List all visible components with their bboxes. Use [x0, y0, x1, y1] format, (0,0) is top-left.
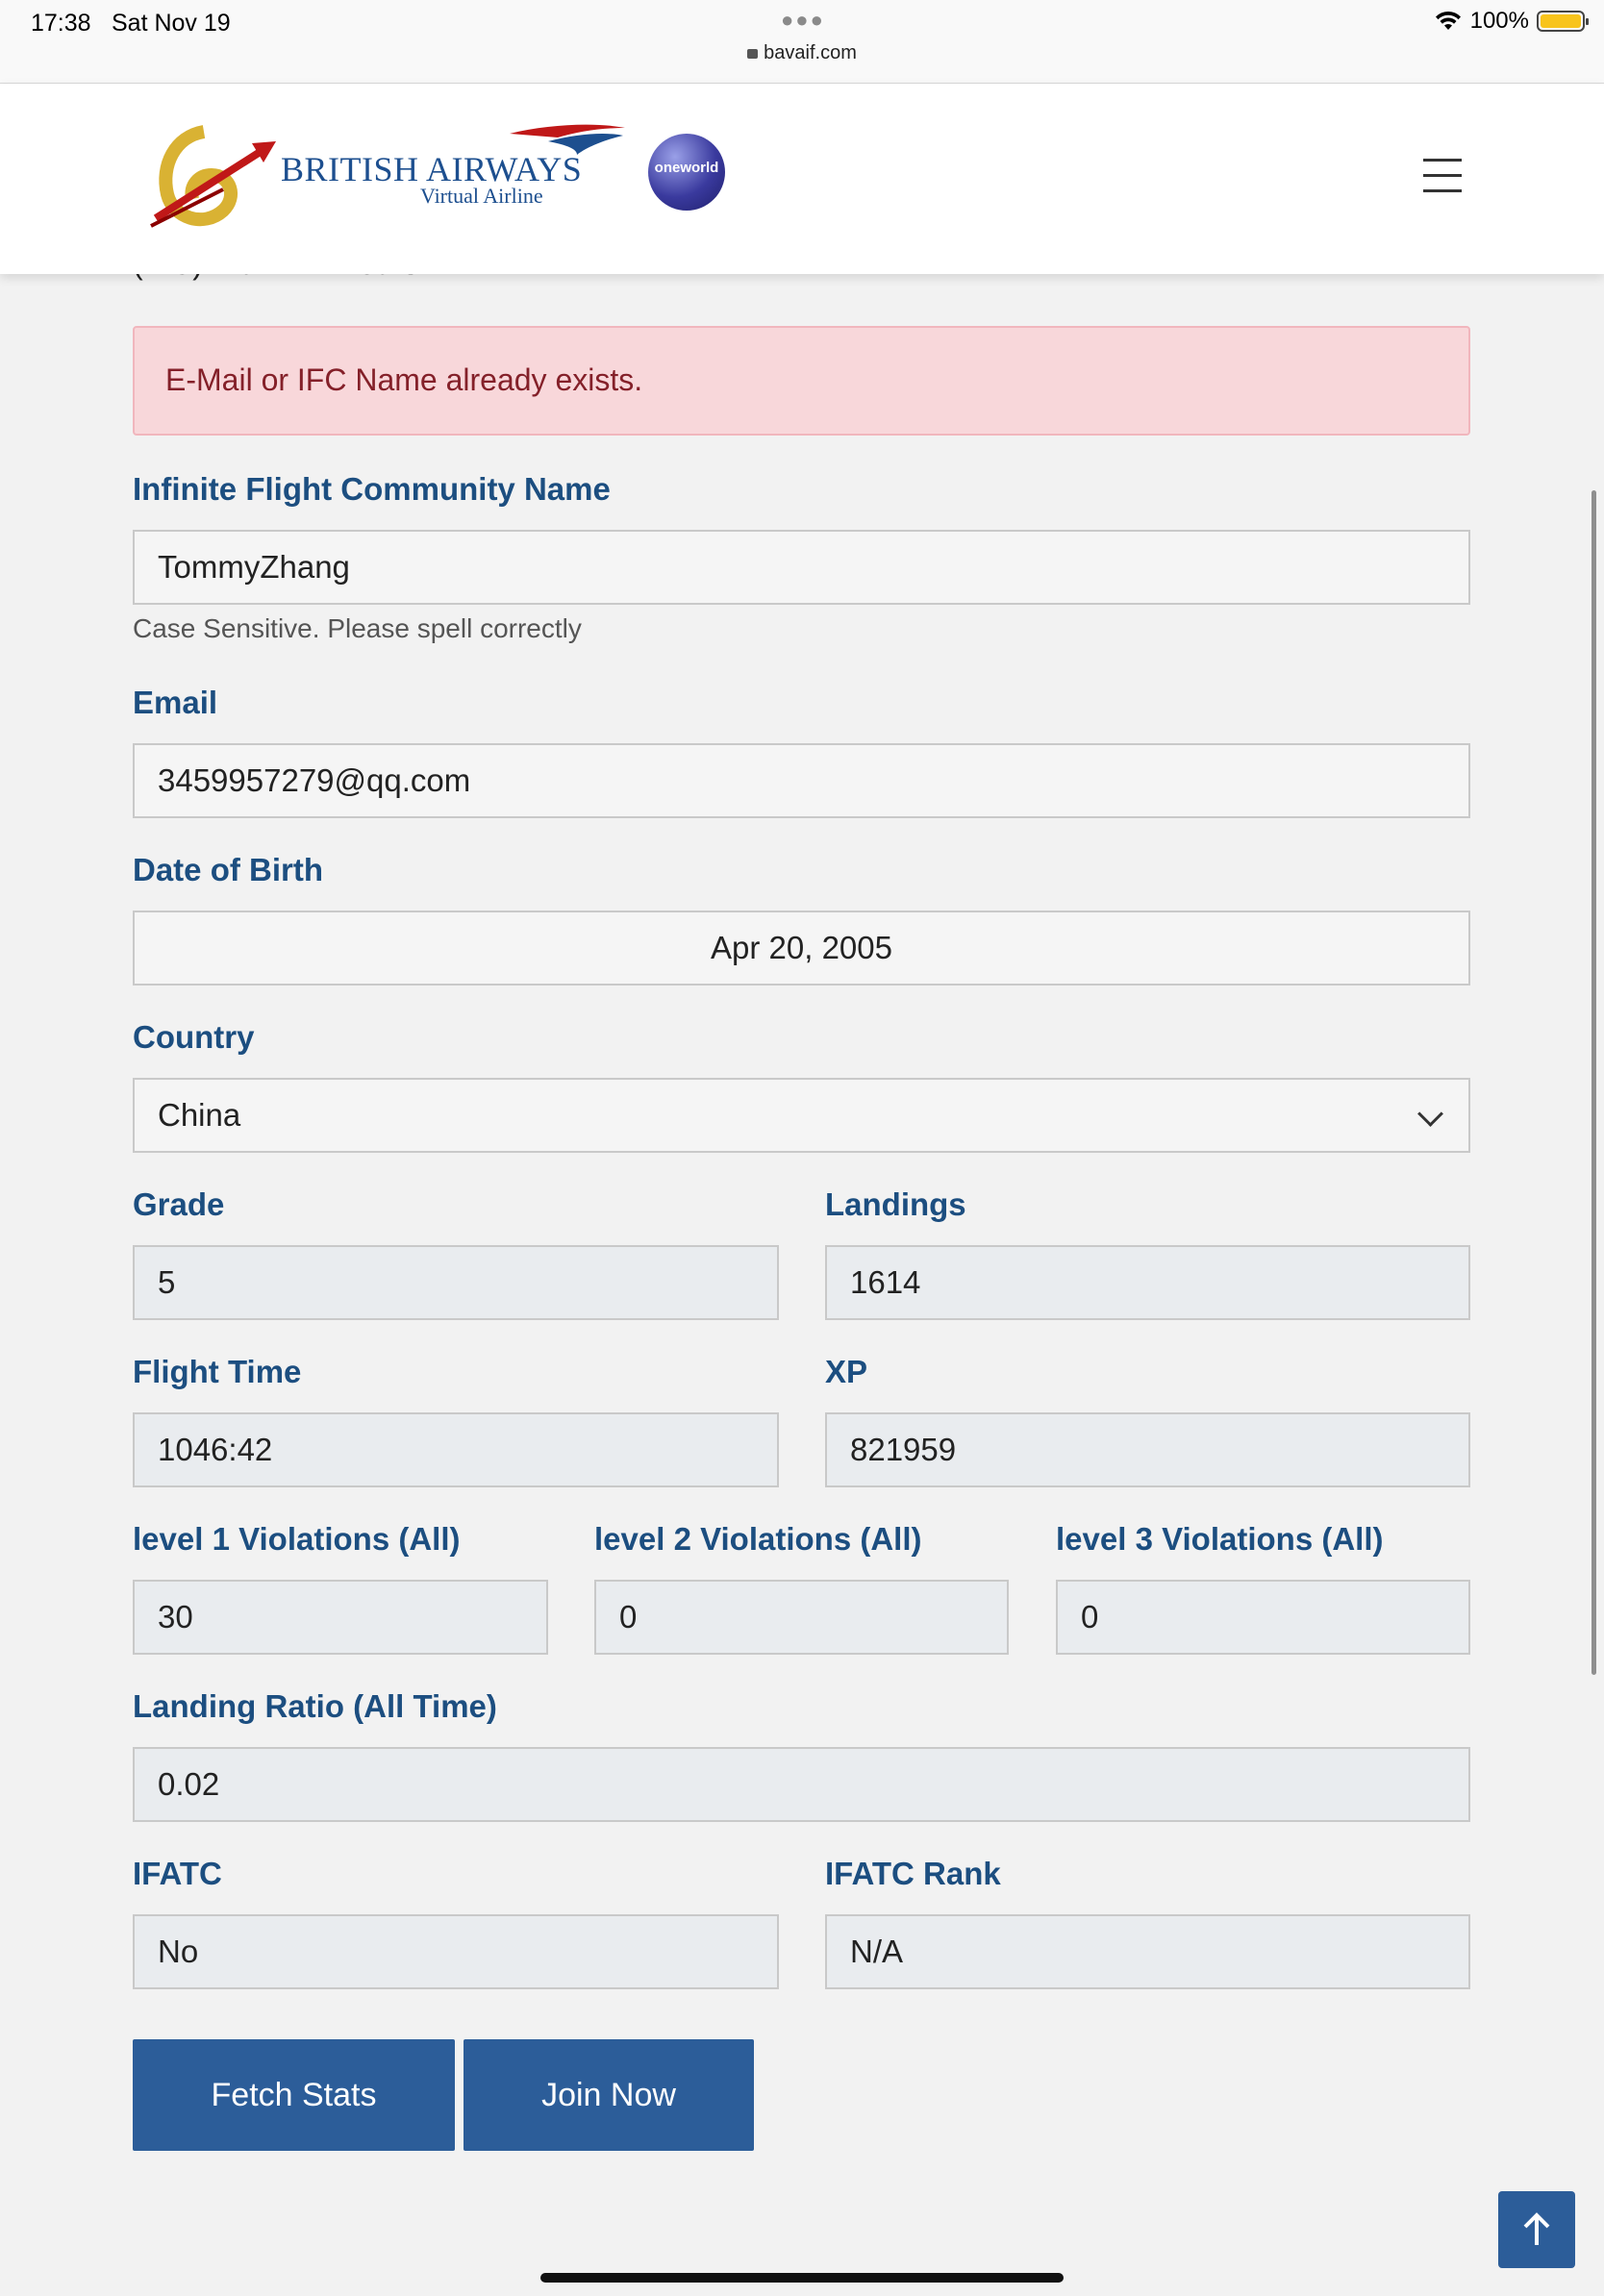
grade-field: 5 [133, 1245, 779, 1320]
landings-field: 1614 [825, 1245, 1470, 1320]
country-label: Country [133, 1019, 255, 1055]
join-now-button[interactable]: Join Now [464, 2039, 754, 2151]
ifc-name-input[interactable]: TommyZhang [133, 530, 1470, 605]
lock-icon [747, 49, 759, 59]
landing-ratio-label: Landing Ratio (All Time) [133, 1688, 497, 1724]
country-value: China [158, 1097, 241, 1133]
status-date: Sat Nov 19 [112, 10, 231, 37]
site-header: BRITISH AIRWAYS Virtual Airline oneworld [0, 84, 1604, 274]
flight-time-label: Flight Time [133, 1354, 302, 1389]
battery-percent: 100% [1469, 8, 1529, 34]
landings-label: Landings [825, 1186, 966, 1222]
back-to-top-button[interactable] [1498, 2191, 1575, 2268]
address-bar[interactable]: bavaif.com [0, 42, 1604, 64]
violations-2-label: level 2 Violations (All) [594, 1521, 922, 1557]
country-select[interactable]: China [133, 1078, 1470, 1153]
xp-field: 821959 [825, 1412, 1470, 1487]
logo-emblem-icon[interactable] [146, 122, 281, 237]
brand-subtitle: Virtual Airline [420, 184, 543, 208]
ifatc-label: IFATC [133, 1856, 222, 1891]
oneworld-badge: oneworld [648, 134, 725, 211]
alliance-name: oneworld [654, 160, 719, 176]
violations-3-field: 0 [1056, 1580, 1470, 1655]
violations-2-field: 0 [594, 1580, 1009, 1655]
status-time: 17:38 [31, 10, 91, 37]
violations-1-label: level 1 Violations (All) [133, 1521, 461, 1557]
ifc-name-label: Infinite Flight Community Name [133, 471, 611, 507]
xp-label: XP [825, 1354, 868, 1389]
landing-ratio-field: 0.02 [133, 1747, 1470, 1822]
dob-input[interactable]: Apr 20, 2005 [133, 911, 1470, 986]
hamburger-menu-icon[interactable] [1423, 159, 1464, 193]
tab-options-icon[interactable]: ●●● [781, 8, 825, 33]
email-label: Email [133, 685, 218, 720]
home-indicator[interactable] [540, 2273, 1064, 2283]
wifi-icon [1435, 11, 1461, 30]
dob-label: Date of Birth [133, 852, 323, 887]
ifc-name-help: Case Sensitive. Please spell correctly [133, 613, 582, 643]
battery-icon [1537, 11, 1589, 32]
email-input[interactable]: 3459957279@qq.com [133, 743, 1470, 818]
status-bar: 17:38 Sat Nov 19 ●●● bavaif.com 100% [0, 0, 1604, 84]
scrollbar[interactable] [1591, 490, 1596, 1675]
chevron-down-icon [1417, 1101, 1443, 1127]
fetch-stats-button[interactable]: Fetch Stats [133, 2039, 455, 2151]
ifatc-rank-label: IFATC Rank [825, 1856, 1001, 1891]
url-text: bavaif.com [764, 42, 857, 63]
flight-time-field: 1046:42 [133, 1412, 779, 1487]
grade-label: Grade [133, 1186, 225, 1222]
status-indicators: 100% [1434, 8, 1589, 35]
violations-3-label: level 3 Violations (All) [1056, 1521, 1384, 1557]
ifatc-field: No [133, 1914, 779, 1989]
ifatc-rank-field: N/A [825, 1914, 1470, 1989]
speedmarque-icon [510, 124, 625, 155]
arrow-up-icon [1523, 2212, 1550, 2245]
violations-1-field: 30 [133, 1580, 548, 1655]
error-alert: E-Mail or IFC Name already exists. [133, 326, 1470, 436]
